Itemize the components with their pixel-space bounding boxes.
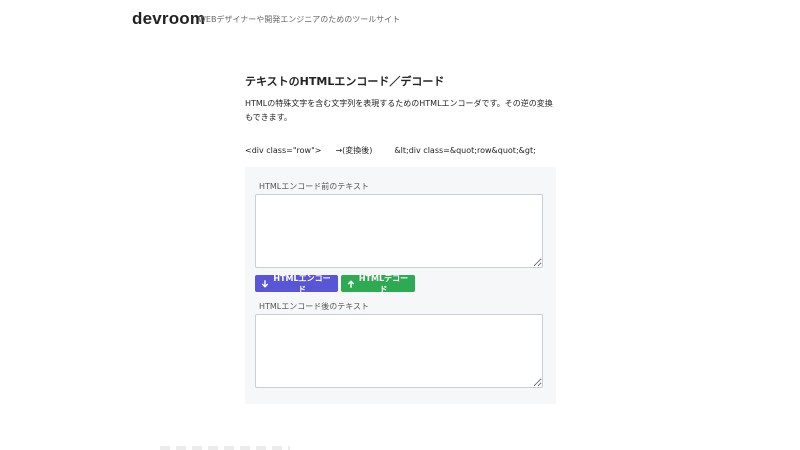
encode-button-label: HTMLエンコード [273,273,331,294]
footer-edge [160,446,290,450]
example-before: <div class="row"> [245,146,322,155]
converter-panel: HTMLエンコード前のテキスト HTMLエンコード HTMLデコード HTMLエ… [245,167,556,404]
output-label: HTMLエンコード後のテキスト [259,302,370,311]
decode-button[interactable]: HTMLデコード [341,273,415,294]
decode-button-label: HTMLデコード [358,273,409,294]
input-label: HTMLエンコード前のテキスト [259,182,370,191]
arrow-down-icon [261,279,269,288]
input-textarea[interactable] [255,194,543,268]
example-after: &lt;div class=&quot;row&quot;&gt; [394,146,536,155]
page-title: テキストのHTMLエンコード／デコード [245,75,445,88]
encode-button[interactable]: HTMLエンコード [255,273,338,294]
site-tagline: WEBデザイナーや開発エンジニアのためのツールサイト [198,15,401,24]
brand-logo-link[interactable]: devroom [132,9,205,29]
main-content: テキストのHTMLエンコード／デコード HTMLの特殊文字を含む文字列を表現する… [245,74,557,157]
page-description: HTMLの特殊文字を含む文字列を表現するためのHTMLエンコーダです。その逆の変… [245,99,553,122]
conversion-example: <div class="row"> →(変換後) &lt;div class=&qu… [245,145,557,157]
site-header: devroom WEBデザイナーや開発エンジニアのためのツールサイト [0,0,800,40]
arrow-up-icon [347,279,355,288]
output-textarea[interactable] [255,314,543,388]
example-arrow: →(変換後) [335,146,373,155]
